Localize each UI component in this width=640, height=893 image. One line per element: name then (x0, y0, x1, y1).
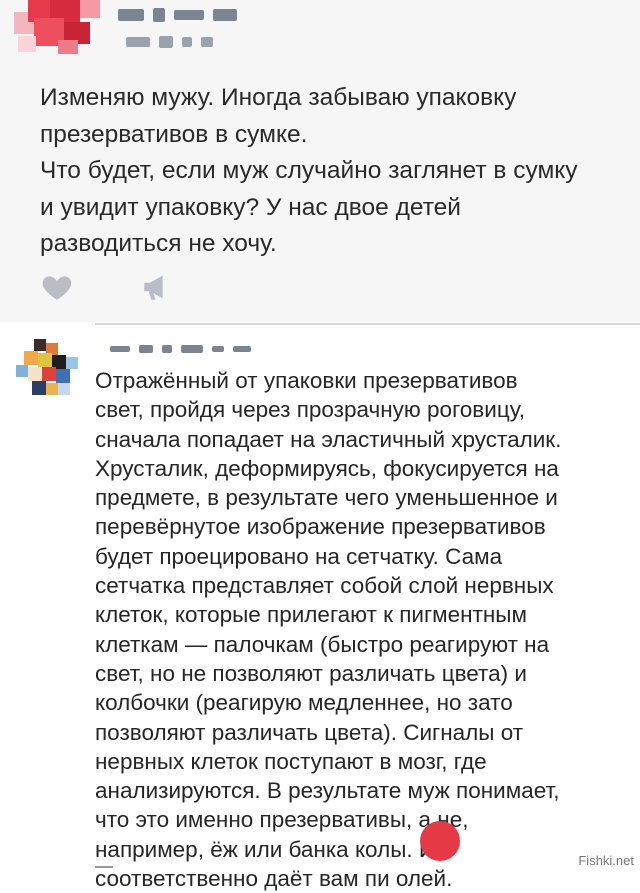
commenter-name-censored[interactable] (110, 345, 251, 353)
post-actions (40, 270, 174, 304)
avatar[interactable] (14, 0, 106, 56)
footer-divider (95, 866, 113, 868)
comment-line: сетчатка представляет собой слой нервных (95, 573, 554, 599)
comment-line: предмете, в результате чего уменьшенное … (95, 485, 558, 511)
author-name-censored[interactable] (118, 8, 237, 22)
post-text: Изменяю мужу. Иногда забываю упаковку пр… (40, 80, 620, 263)
comment-line: колбочки (реагирую медленнее, но зато (95, 690, 513, 716)
megaphone-icon[interactable] (140, 270, 174, 304)
post-meta-censored (126, 36, 213, 48)
comment-line: сначала попадает на эластичный хрусталик… (95, 426, 562, 452)
comment-line: свет, пройдя через прозрачную роговицу, (95, 397, 525, 423)
post-card: Изменяю мужу. Иногда забываю упаковку пр… (0, 0, 640, 322)
comment-line: будет проецировано на сетчатку. Сама (95, 543, 503, 569)
heart-icon[interactable] (40, 270, 74, 304)
comment-line: соответственно даёт вам пи олей. (95, 866, 453, 892)
watermark: Fishki.net (578, 853, 634, 868)
post-line: разводиться не хочу. (40, 230, 277, 257)
comment-line: позволяют различать цвета). Сигналы от (95, 719, 524, 745)
comment-line: свет, но не позволяют различать цвета) и (95, 660, 527, 686)
comment-line: нервных клеток поступают в мозг, где (95, 748, 487, 774)
comment-line: например, ёж или банка колы. И (95, 836, 436, 862)
post-line: Изменяю мужу. Иногда забываю упаковку (40, 84, 517, 111)
comment-line: Отражённый от упаковки презервативов (95, 368, 518, 393)
post-line: презервативов в сумке. (40, 120, 308, 148)
comment-line: клеткам — палочкам (быстро реагируют на (95, 631, 550, 657)
comment-line: перевёрнутое изображение презервативов (95, 514, 546, 540)
comment-line: клеток, которые прилегают к пигментным (95, 602, 527, 628)
post-line: и увидит упаковку? У нас двое детей (40, 193, 461, 221)
comment-text: Отражённый от упаковки презервативов све… (95, 366, 625, 893)
comment-line: Хрусталик, деформируясь, фокусируется на (95, 455, 559, 481)
comment-line: анализируются. В результате муж понимает… (95, 778, 560, 804)
censor-blob (420, 821, 460, 861)
commenter-avatar[interactable] (16, 339, 78, 399)
comment-card: Отражённый от упаковки презервативов све… (0, 325, 640, 891)
post-line: Что будет, если муж случайно заглянет в … (40, 157, 578, 184)
comment-line: что это именно презервативы, а не, (95, 807, 469, 833)
